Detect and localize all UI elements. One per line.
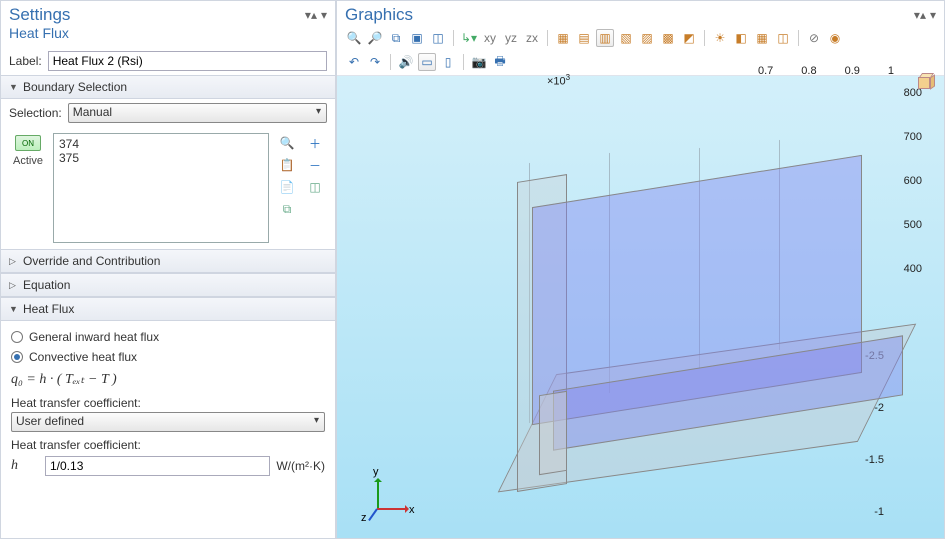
h-unit: W/(m²·K): [276, 459, 325, 473]
ticks-right: 800 700 600 500 400: [904, 87, 922, 275]
equation-display: q₀ = h · ( Tₑₓₜ − T ): [11, 367, 325, 392]
select-none-icon[interactable]: ⊘: [805, 29, 823, 47]
axis-x-label: x: [409, 504, 415, 516]
add-icon[interactable]: ＋: [307, 135, 323, 151]
mesh-icon[interactable]: ◫: [774, 29, 792, 47]
view-yz-icon[interactable]: yz: [502, 29, 520, 47]
view-cube-icon[interactable]: [914, 71, 936, 93]
selection-label: Selection:: [9, 106, 62, 120]
view-xy-icon[interactable]: xy: [481, 29, 499, 47]
selection-dropdown[interactable]: Manual: [68, 103, 327, 123]
axis-z-label: z: [361, 512, 367, 524]
zoom-selected-icon[interactable]: ◫: [429, 29, 447, 47]
settings-title: Settings: [9, 5, 70, 25]
copy-icon[interactable]: 📋: [279, 157, 295, 173]
graphics-panel: Graphics ▾▴ ▾ 🔍 🔎 ⧉ ▣ ◫ ↳▾ xy yz zx ▦ ▤ …: [336, 0, 945, 539]
panel-menu-icon[interactable]: ▾: [321, 8, 327, 22]
pin-icon[interactable]: ▾▴: [305, 8, 317, 22]
chevron-right-icon: ▷: [9, 280, 16, 291]
shade-icon[interactable]: ▧: [617, 29, 635, 47]
zoom-out-icon[interactable]: 🔎: [366, 29, 384, 47]
active-toggle[interactable]: ON: [15, 135, 41, 151]
render-icon[interactable]: ▨: [638, 29, 656, 47]
section-equation[interactable]: ▷ Equation: [1, 273, 335, 297]
active-label: Active: [13, 155, 43, 167]
label-input[interactable]: [48, 51, 327, 71]
htc-type-dropdown[interactable]: User defined: [11, 412, 325, 432]
intersect-icon[interactable]: ◫: [307, 179, 323, 195]
graphics-canvas[interactable]: ×103 0.7 0.8 0.9 1 800 700 600 500 400 -…: [337, 63, 944, 538]
select-box-icon[interactable]: ⧉: [279, 201, 295, 217]
section-heat-flux[interactable]: ▼ Heat Flux: [1, 297, 335, 321]
chevron-down-icon: ▼: [9, 304, 18, 314]
scale-exponent: ×103: [547, 73, 570, 88]
zoom-extents-icon[interactable]: ▣: [408, 29, 426, 47]
scene-light-icon[interactable]: ☀: [711, 29, 729, 47]
paste-icon[interactable]: 📄: [279, 179, 295, 195]
radio-icon: [11, 351, 23, 363]
zoom-box-icon[interactable]: ⧉: [387, 29, 405, 47]
graphics-title: Graphics: [345, 5, 413, 25]
label-label: Label:: [9, 54, 42, 68]
list-item[interactable]: 374: [59, 137, 263, 151]
radio-icon: [11, 331, 23, 343]
clip-icon[interactable]: ◩: [680, 29, 698, 47]
chevron-right-icon: ▷: [9, 256, 16, 267]
settings-panel: Settings ▾▴ ▾ Heat Flux Label: ▼ Boundar…: [0, 0, 336, 539]
panel-menu-icon[interactable]: ▾▴: [914, 8, 926, 22]
transparency-icon[interactable]: ▦: [554, 29, 572, 47]
htc-label: Heat transfer coefficient:: [11, 392, 325, 412]
zoom-in-icon[interactable]: 🔍: [345, 29, 363, 47]
zoom-selection-icon[interactable]: 🔍: [279, 135, 295, 151]
view-zx-icon[interactable]: zx: [523, 29, 541, 47]
wireframe-icon[interactable]: ▤: [575, 29, 593, 47]
list-item[interactable]: 375: [59, 151, 263, 165]
axis-y-label: y: [373, 466, 379, 478]
chevron-down-icon: ▼: [9, 82, 18, 92]
section-override[interactable]: ▷ Override and Contribution: [1, 249, 335, 273]
settings-subtitle: Heat Flux: [1, 25, 335, 47]
select-all-icon[interactable]: ◉: [826, 29, 844, 47]
material-icon[interactable]: ◧: [732, 29, 750, 47]
model-geometry: [447, 123, 877, 493]
boundary-list[interactable]: 374 375: [53, 133, 269, 243]
grid-icon[interactable]: ▦: [753, 29, 771, 47]
radio-convective[interactable]: Convective heat flux: [11, 347, 325, 367]
remove-icon[interactable]: －: [307, 157, 323, 173]
heat-flux-body: General inward heat flux Convective heat…: [1, 321, 335, 484]
ticks-top: 0.7 0.8 0.9 1: [758, 65, 894, 77]
panel-dropdown-icon[interactable]: ▾: [930, 8, 936, 22]
section-boundary-selection[interactable]: ▼ Boundary Selection: [1, 75, 335, 99]
axis-toggle-icon[interactable]: ↳▾: [460, 29, 478, 47]
h-symbol: h: [11, 454, 39, 478]
htc-label-2: Heat transfer coefficient:: [11, 432, 325, 454]
hide-icon[interactable]: ▩: [659, 29, 677, 47]
lighting-icon[interactable]: ▥: [596, 29, 614, 47]
h-value-input[interactable]: [45, 456, 270, 476]
radio-general[interactable]: General inward heat flux: [11, 327, 325, 347]
